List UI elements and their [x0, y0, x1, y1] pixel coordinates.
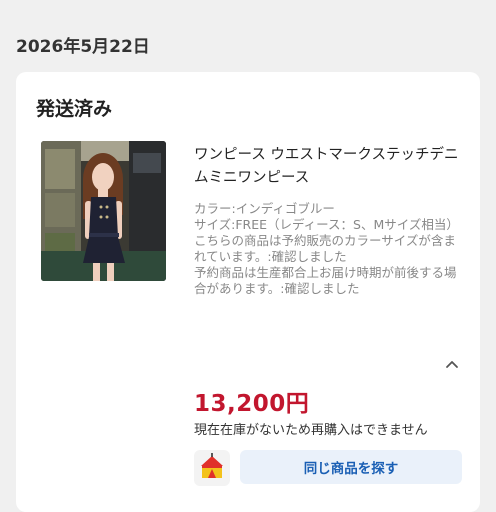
product-thumbnail[interactable] [41, 141, 166, 281]
order-date: 2026年5月22日 [16, 37, 150, 57]
shop-tent-icon[interactable] [194, 450, 230, 486]
stock-notice: 現在在庫がないため再購入はできません [194, 423, 428, 438]
chevron-up-icon[interactable] [444, 356, 460, 372]
product-price: 13,200円 [194, 391, 310, 417]
product-info: ワンピース ウエストマークステッチデニムミニワンピース カラー:インディゴブルー… [194, 144, 460, 297]
order-card: 発送済み ワンピース ウエストマークステッチデニムミニワンピース カラー:インデ… [16, 72, 480, 512]
find-same-item-button[interactable]: 同じ商品を探す [240, 450, 462, 484]
product-options: カラー:インディゴブルー サイズ:FREE（レディース：S、Mサイズ相当） こち… [194, 201, 459, 296]
product-title[interactable]: ワンピース ウエストマークステッチデニムミニワンピース [194, 144, 460, 190]
shipping-status: 発送済み [36, 98, 113, 120]
